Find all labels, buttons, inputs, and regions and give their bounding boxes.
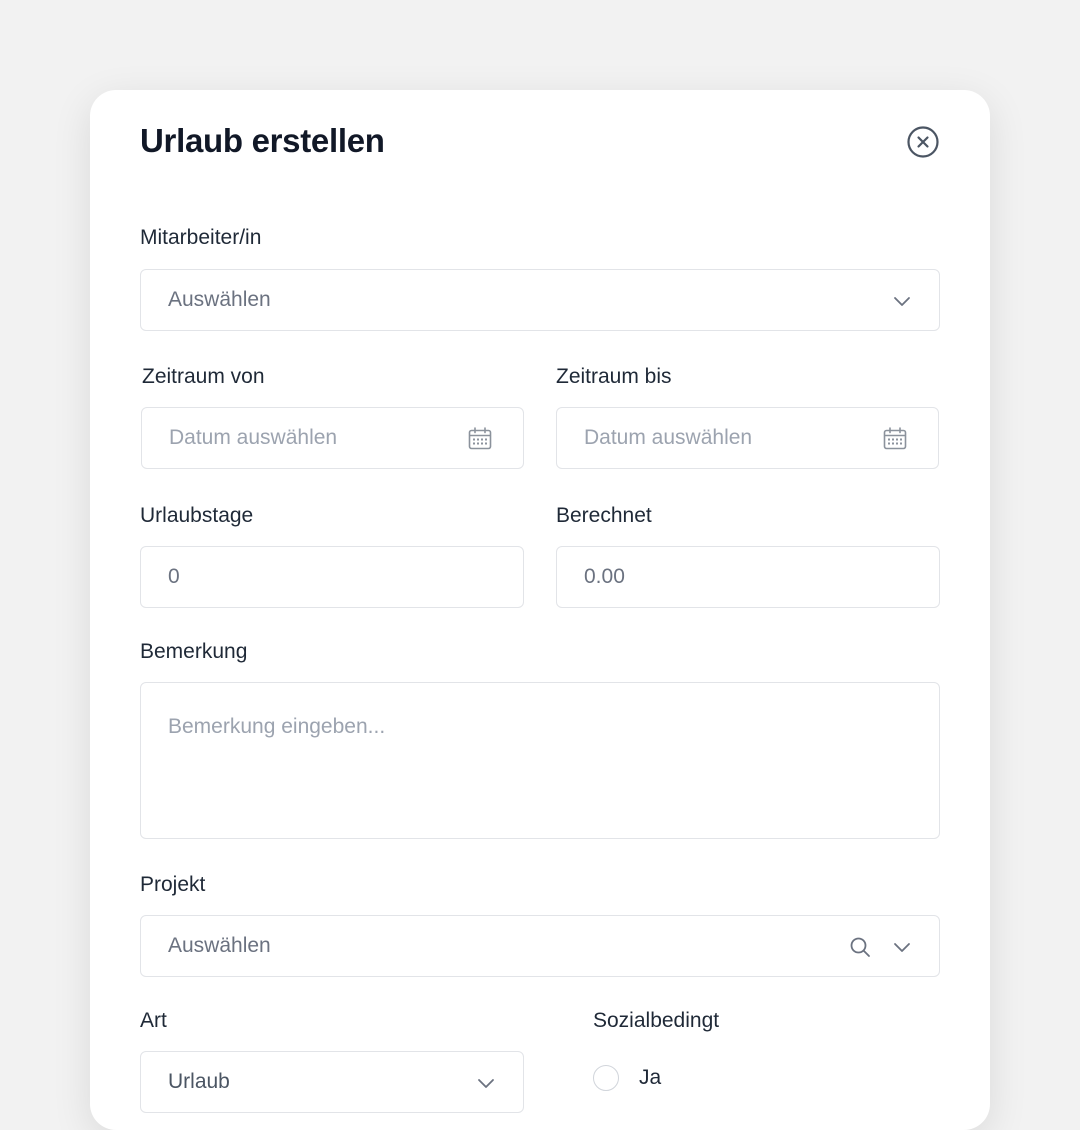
chevron-down-icon — [894, 297, 910, 306]
chevron-down-icon — [478, 1079, 494, 1088]
period-from-placeholder: Datum auswählen — [169, 426, 338, 449]
remark-textarea[interactable]: Bemerkung eingeben... — [140, 682, 940, 839]
project-select-value: Auswählen — [168, 934, 271, 957]
employee-select[interactable]: Auswählen — [140, 269, 940, 331]
calendar-icon — [468, 427, 492, 450]
close-button[interactable] — [907, 126, 939, 158]
social-label: Sozialbedingt — [593, 1009, 720, 1032]
create-vacation-modal: Urlaub erstellen Mitarbeiter/in Auswähle… — [90, 90, 990, 1130]
chevron-down-icon — [894, 943, 910, 952]
type-label: Art — [140, 1009, 167, 1032]
search-icon[interactable] — [848, 935, 872, 959]
vacation-days-value: 0 — [168, 565, 180, 588]
type-select-value: Urlaub — [168, 1070, 230, 1093]
employee-label: Mitarbeiter/in — [140, 226, 262, 249]
period-from-datepicker[interactable]: Datum auswählen — [141, 407, 524, 469]
vacation-days-label: Urlaubstage — [140, 504, 254, 527]
calculated-label: Berechnet — [556, 504, 652, 527]
employee-select-value: Auswählen — [168, 288, 271, 311]
calculated-value: 0.00 — [584, 565, 625, 588]
period-to-placeholder: Datum auswählen — [584, 426, 753, 449]
social-yes-radio[interactable] — [593, 1065, 619, 1091]
project-label: Projekt — [140, 873, 206, 896]
calendar-icon — [883, 427, 907, 450]
remark-placeholder: Bemerkung eingeben... — [168, 715, 386, 738]
period-from-label: Zeitraum von — [142, 365, 265, 388]
social-yes-label: Ja — [639, 1066, 662, 1089]
modal-title: Urlaub erstellen — [140, 122, 385, 159]
close-circle-icon — [907, 126, 939, 158]
project-select[interactable]: Auswählen — [140, 915, 940, 977]
period-to-datepicker[interactable]: Datum auswählen — [556, 407, 939, 469]
remark-label: Bemerkung — [140, 640, 248, 663]
period-to-label: Zeitraum bis — [556, 365, 672, 388]
calculated-input[interactable]: 0.00 — [556, 546, 940, 608]
vacation-days-input[interactable]: 0 — [140, 546, 524, 608]
type-select[interactable]: Urlaub — [140, 1051, 524, 1113]
